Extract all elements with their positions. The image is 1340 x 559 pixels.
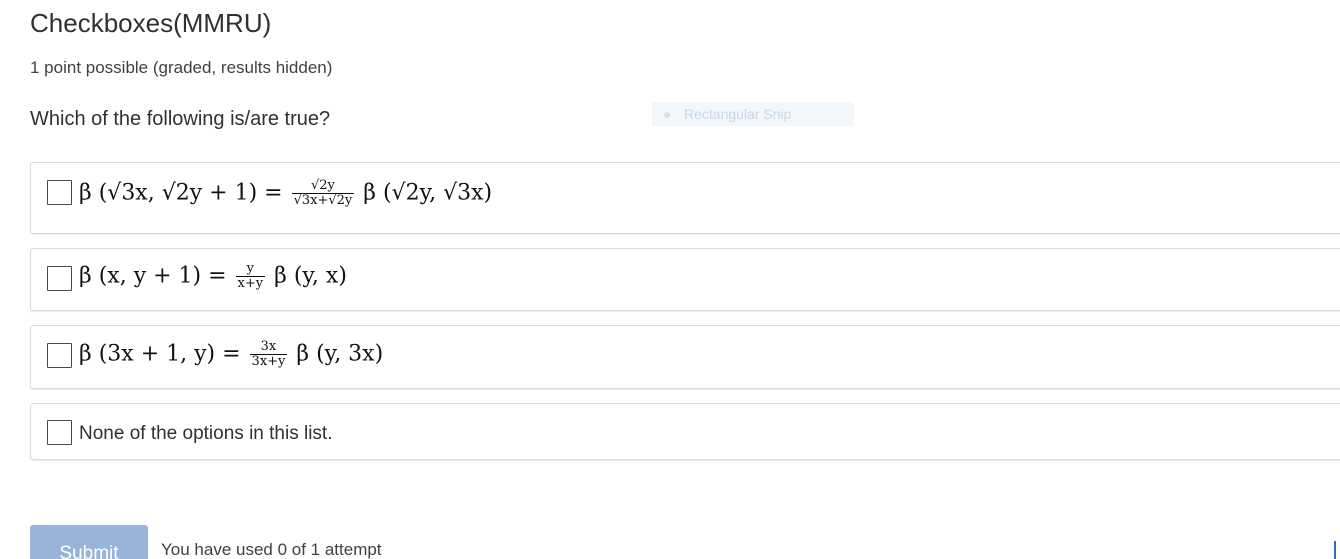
option-2-fraction: y x+y: [235, 262, 266, 291]
option-2-label: β (x, y + 1) = y x+y β (y, x): [79, 262, 347, 291]
problem-page: Checkboxes(MMRU) 1 point possible (grade…: [0, 0, 1340, 559]
option-1-rhs: β (√2y, √3x): [363, 180, 493, 206]
points-info: 1 point possible (graded, results hidden…: [30, 58, 333, 77]
choice-option-3[interactable]: β (3x + 1, y) = 3x 3x+y β (y, 3x): [30, 325, 1340, 389]
option-1-fraction: √2y √3x+√2y: [291, 179, 355, 208]
rectangular-snip-overlay[interactable]: Rectangular Snip: [652, 102, 854, 126]
option-3-frac-num: 3x: [249, 340, 288, 355]
option-3-lhs: β (3x + 1, y) =: [79, 341, 241, 367]
checkbox-option-3[interactable]: [47, 343, 72, 368]
choice-option-1[interactable]: β (√3x, √2y + 1) = √2y √3x+√2y β (√2y, √…: [30, 162, 1340, 234]
snip-label: Rectangular Snip: [684, 106, 792, 122]
submit-button[interactable]: Submit: [30, 525, 148, 559]
problem-title: Checkboxes(MMRU): [30, 8, 272, 38]
option-2-frac-num: y: [235, 262, 266, 277]
snip-dot-icon: [664, 112, 670, 119]
option-4-label: None of the options in this list.: [79, 423, 333, 444]
choice-option-2[interactable]: β (x, y + 1) = y x+y β (y, x): [30, 248, 1340, 311]
option-1-lhs: β (√3x, √2y + 1) =: [79, 180, 283, 206]
choice-option-4[interactable]: None of the options in this list.: [30, 403, 1340, 460]
option-3-rhs: β (y, 3x): [296, 341, 384, 367]
option-1-frac-num: √2y: [291, 179, 355, 194]
checkbox-option-2[interactable]: [47, 266, 72, 291]
question-text: Which of the following is/are true?: [30, 108, 331, 130]
edge-marker-icon: [1334, 541, 1340, 559]
checkbox-option-4[interactable]: [47, 420, 72, 445]
option-3-fraction: 3x 3x+y: [249, 340, 288, 369]
option-1-label: β (√3x, √2y + 1) = √2y √3x+√2y β (√2y, √…: [79, 179, 492, 208]
attempts-info: You have used 0 of 1 attempt: [161, 540, 382, 559]
option-2-rhs: β (y, x): [274, 263, 347, 289]
option-2-frac-den: x+y: [237, 276, 264, 291]
option-3-label: β (3x + 1, y) = 3x 3x+y β (y, 3x): [79, 340, 383, 369]
option-2-lhs: β (x, y + 1) =: [79, 263, 227, 289]
option-1-frac-den: √3x+√2y: [293, 193, 353, 208]
checkbox-option-1[interactable]: [47, 180, 72, 205]
option-3-frac-den: 3x+y: [251, 354, 286, 369]
